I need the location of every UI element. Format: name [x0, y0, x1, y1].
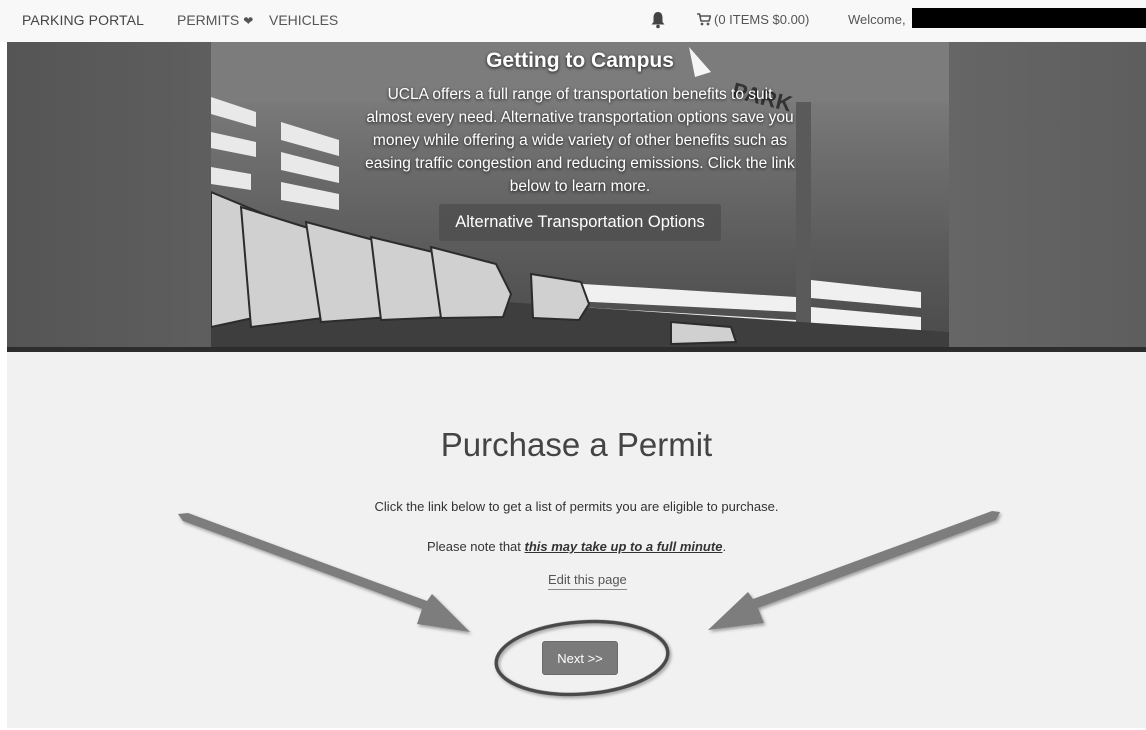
cart-link[interactable]: (0 ITEMS $0.00)	[697, 12, 809, 27]
hero-text-block: Getting to Campus UCLA offers a full ran…	[211, 42, 949, 241]
alternative-transportation-button[interactable]: Alternative Transportation Options	[439, 204, 721, 241]
page-title: Purchase a Permit	[440, 426, 713, 463]
cart-icon	[697, 13, 712, 26]
cart-summary: (0 ITEMS $0.00)	[714, 12, 810, 27]
chevron-down-icon: ❤	[243, 14, 254, 28]
bell-icon[interactable]	[650, 11, 666, 29]
note-emphasis: this may take up to a full minute	[524, 539, 723, 554]
top-navbar: PARKING PORTAL PERMITS ❤ VEHICLES (0 ITEM…	[0, 0, 1146, 42]
welcome-label: Welcome,	[848, 12, 906, 27]
vehicles-link[interactable]: VEHICLES	[269, 12, 338, 28]
purchase-description: Click the link below to get a list of pe…	[374, 499, 779, 514]
note-suffix: .	[722, 539, 727, 554]
hero-banner: PARK Getting to Campus UCLA offers a ful…	[7, 42, 1146, 352]
redacted-username	[912, 8, 1146, 28]
purchase-permit-section: Purchase a Permit Click the link below t…	[7, 352, 1146, 728]
purchase-note: Please note that this may take up to a f…	[7, 539, 1146, 554]
permits-menu-label: PERMITS	[177, 12, 240, 28]
next-button[interactable]: Next >>	[542, 641, 618, 675]
permits-menu[interactable]: PERMITS ❤	[177, 12, 253, 28]
edit-page-link[interactable]: Edit this page	[548, 572, 627, 590]
hero-body-text: UCLA offers a full range of transportati…	[365, 86, 795, 195]
hero-title: Getting to Campus	[486, 49, 674, 72]
brand-link[interactable]: PARKING PORTAL	[22, 12, 144, 28]
note-prefix: Please note that	[426, 539, 525, 554]
